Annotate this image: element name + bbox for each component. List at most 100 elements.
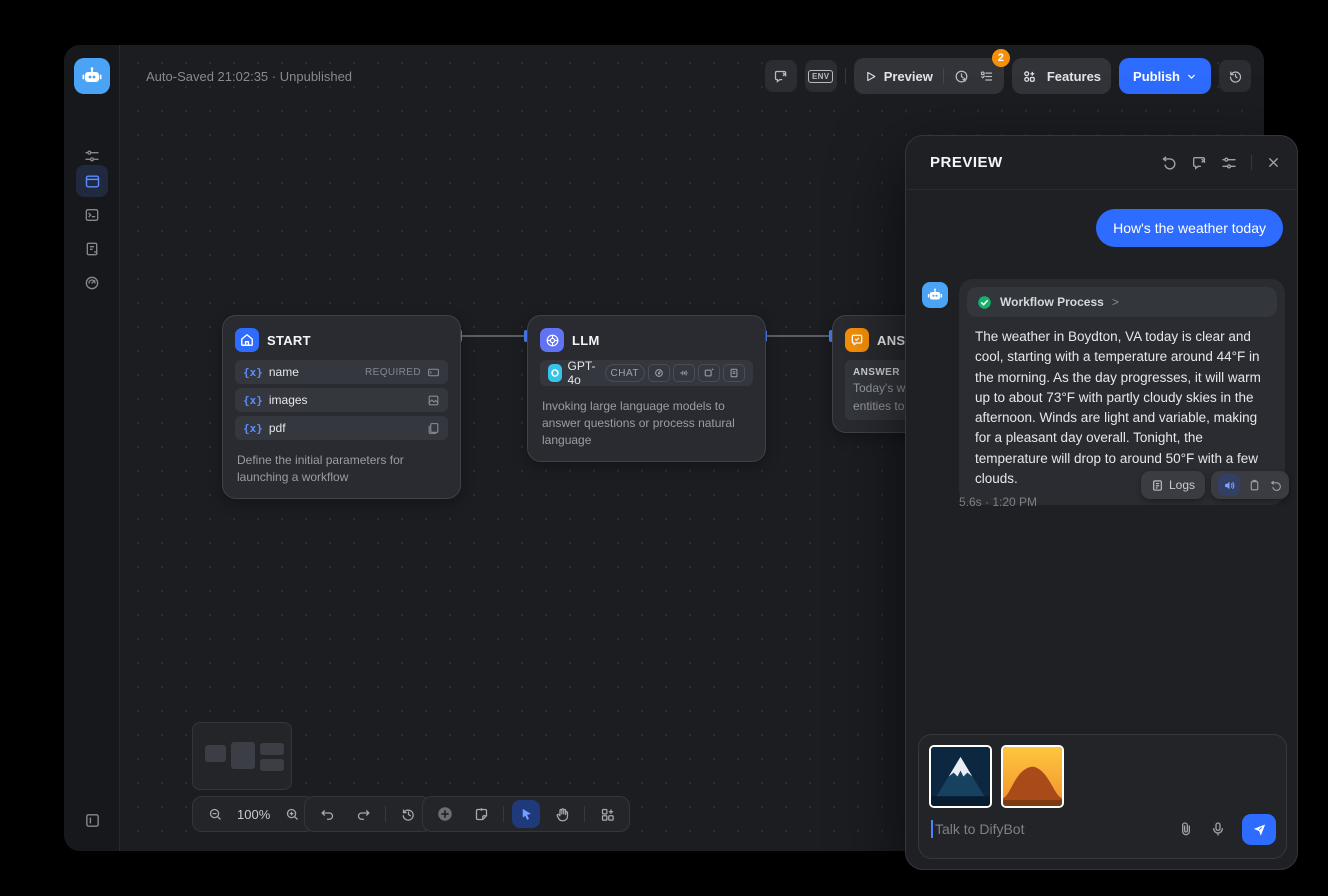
- zoom-controls: 100%: [192, 796, 315, 832]
- restart-conversation-icon[interactable]: [1160, 154, 1177, 171]
- regenerate-button[interactable]: [1269, 479, 1282, 492]
- sidebar-item-monitoring[interactable]: [76, 267, 108, 299]
- add-note-button[interactable]: [467, 800, 495, 828]
- uploaded-image-mountain-sunset[interactable]: [1001, 745, 1064, 808]
- image-capability-icon: [698, 364, 720, 382]
- microphone-icon[interactable]: [1210, 821, 1226, 837]
- audio-capability-icon: [673, 364, 695, 382]
- required-label: REQUIRED: [365, 367, 421, 378]
- text-input-icon: [427, 366, 440, 379]
- sidebar-item-logs[interactable]: [76, 233, 108, 265]
- message-meta: 5.6s · 1:20 PM: [959, 495, 1037, 509]
- chat-input[interactable]: Talk to DifyBot: [931, 812, 1276, 846]
- env-variables-button[interactable]: ENV: [805, 60, 837, 92]
- collapse-sidebar-icon[interactable]: [76, 804, 108, 836]
- node-start[interactable]: START {x} name REQUIRED {x} images {x} p…: [222, 315, 461, 499]
- chat-input-placeholder: Talk to DifyBot: [935, 821, 1024, 837]
- chevron-down-icon: [1186, 71, 1197, 82]
- variable-badge: {x}: [243, 366, 263, 379]
- file-capability-icon: [723, 364, 745, 382]
- node-llm-description: Invoking large language models to answer…: [528, 390, 765, 461]
- answer-section-label: ANSWER: [853, 367, 900, 378]
- preview-panel: PREVIEW How's the weather today Wor: [905, 135, 1298, 870]
- start-field-pdf[interactable]: {x} pdf: [235, 416, 448, 440]
- sidebar-item-api[interactable]: [76, 199, 108, 231]
- settings-sliders-icon[interactable]: [1221, 155, 1237, 171]
- image-field-icon: [427, 394, 440, 407]
- bot-avatar: [922, 282, 948, 308]
- start-field-name[interactable]: {x} name REQUIRED: [235, 360, 448, 384]
- publish-button[interactable]: Publish: [1119, 58, 1211, 94]
- node-llm[interactable]: LLM GPT-4o CHAT: [527, 315, 766, 462]
- edge-start-llm: [461, 335, 527, 337]
- speak-aloud-button[interactable]: [1218, 474, 1240, 496]
- autosave-status: Auto-Saved 21:02:35 · Unpublished: [146, 69, 352, 84]
- chat-composer: Talk to DifyBot: [918, 734, 1287, 859]
- llm-icon: [540, 328, 564, 352]
- play-icon: [864, 70, 877, 83]
- llm-model-row[interactable]: GPT-4o CHAT: [540, 360, 753, 386]
- topbar: Auto-Saved 21:02:35 · Unpublished ENV Pr…: [120, 45, 1264, 107]
- annotation-toggle-button[interactable]: [765, 60, 797, 92]
- sidebar: [64, 45, 120, 851]
- edge-llm-answer: [766, 335, 832, 337]
- env-label: ENV: [808, 70, 833, 83]
- user-message-bubble: How's the weather today: [1096, 209, 1283, 247]
- message-actions: Logs: [1141, 471, 1289, 499]
- features-button[interactable]: Features: [1012, 58, 1111, 94]
- success-check-icon: [977, 295, 992, 310]
- run-controls-group: Preview 2: [854, 58, 1004, 94]
- node-llm-title: LLM: [572, 333, 600, 348]
- zoom-in-button[interactable]: [278, 800, 306, 828]
- text-caret: [931, 820, 933, 838]
- node-llm-header: LLM: [528, 316, 765, 360]
- home-icon: [235, 328, 259, 352]
- workflow-process-toggle[interactable]: Workflow Process >: [967, 287, 1277, 317]
- change-history-button[interactable]: [394, 800, 422, 828]
- sidebar-item-orchestrate[interactable]: [76, 165, 108, 197]
- zoom-out-button[interactable]: [201, 800, 229, 828]
- node-start-description: Define the initial parameters for launch…: [223, 444, 460, 498]
- field-name: name: [269, 365, 299, 379]
- preview-run-button[interactable]: Preview: [864, 69, 933, 84]
- copy-button[interactable]: [1248, 479, 1261, 492]
- minimap[interactable]: [192, 722, 292, 790]
- bot-message-text: The weather in Boydton, VA today is clea…: [967, 317, 1277, 489]
- attach-file-icon[interactable]: [1178, 821, 1194, 837]
- organize-nodes-button[interactable]: [593, 800, 621, 828]
- undo-button[interactable]: [313, 800, 341, 828]
- field-name: pdf: [269, 421, 286, 435]
- hand-tool-button[interactable]: [548, 800, 576, 828]
- zoom-level[interactable]: 100%: [237, 807, 270, 822]
- expand-chevron: >: [1112, 295, 1119, 309]
- model-name: GPT-4o: [568, 359, 599, 387]
- variable-badge: {x}: [243, 394, 263, 407]
- openai-logo-icon: [548, 364, 562, 382]
- field-name: images: [269, 393, 308, 407]
- publish-status: Unpublished: [280, 69, 352, 84]
- node-start-header: START: [223, 316, 460, 360]
- workflow-process-label: Workflow Process: [1000, 295, 1104, 309]
- checklist-button[interactable]: [979, 69, 994, 84]
- add-node-button[interactable]: [431, 800, 459, 828]
- features-icon: [1022, 69, 1037, 84]
- send-button[interactable]: [1242, 814, 1276, 845]
- run-history-button[interactable]: [954, 69, 969, 84]
- logs-button[interactable]: Logs: [1141, 471, 1205, 499]
- start-field-images[interactable]: {x} images: [235, 388, 448, 412]
- canvas-tools: [422, 796, 630, 832]
- app-logo-robot-icon[interactable]: [74, 58, 110, 94]
- logs-icon: [1151, 479, 1164, 492]
- redo-button[interactable]: [349, 800, 377, 828]
- preview-title: PREVIEW: [930, 154, 1003, 171]
- version-history-button[interactable]: [1219, 60, 1251, 92]
- document-field-icon: [427, 422, 440, 435]
- close-preview-icon[interactable]: [1266, 155, 1281, 170]
- history-controls: [304, 796, 431, 832]
- variable-badge: {x}: [243, 422, 263, 435]
- uploaded-image-mountain-blue[interactable]: [929, 745, 992, 808]
- node-start-title: START: [267, 333, 311, 348]
- pointer-tool-button[interactable]: [512, 800, 540, 828]
- answer-icon: [845, 328, 869, 352]
- clear-chat-icon[interactable]: [1191, 155, 1207, 171]
